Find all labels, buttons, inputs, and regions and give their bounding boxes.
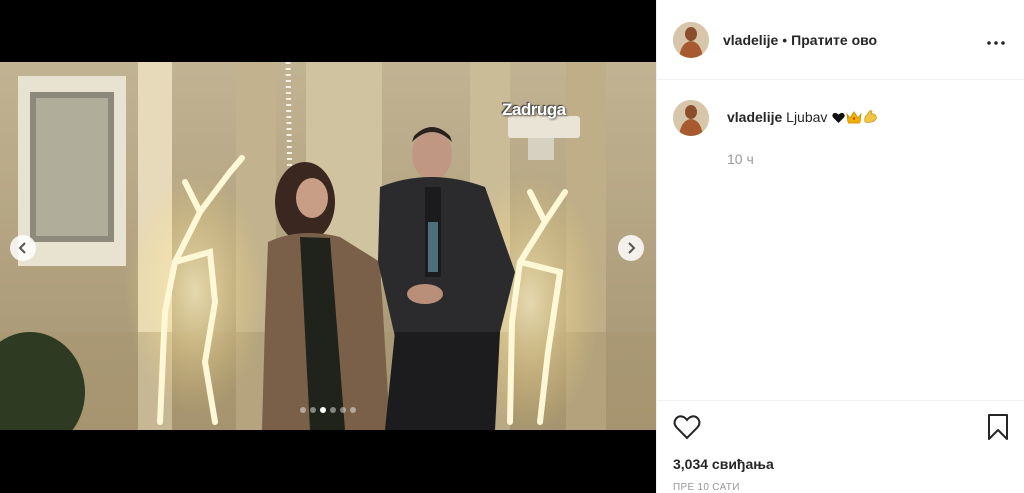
follow-button[interactable]: Пратите ово [791, 32, 877, 48]
header-username[interactable]: vladelije [723, 32, 778, 48]
post-actions: 3,034 свиђања ПРЕ 10 САТИ [657, 400, 1024, 493]
flexed-biceps-icon [863, 109, 878, 127]
caption-comment: vladelije Ljubav 10 ч [657, 80, 1024, 167]
post-date: ПРЕ 10 САТИ [673, 482, 740, 493]
avatar-image [673, 100, 709, 136]
avatar[interactable] [673, 100, 709, 136]
black-heart-icon [832, 111, 845, 127]
avatar[interactable] [673, 21, 709, 58]
avatar-image [673, 21, 709, 58]
previous-slide-button[interactable] [10, 235, 36, 261]
heart-outline-icon [673, 414, 701, 439]
bookmark-outline-icon [988, 413, 1008, 440]
slide-dot [320, 407, 326, 413]
more-options-button[interactable] [984, 34, 1008, 45]
comment-timestamp: 10 ч [727, 151, 754, 167]
likes-count[interactable]: 3,034 свиђања [673, 456, 1009, 472]
slide-dot [340, 407, 346, 413]
slide-dot [330, 407, 336, 413]
more-horizontal-icon [987, 41, 1005, 45]
comment-username[interactable]: vladelije [727, 109, 782, 125]
slide-dot [350, 407, 356, 413]
post-details-panel: vladelije•Пратите ово vladelije Ljubav [656, 0, 1024, 493]
post-photo[interactable]: Zadruga [0, 62, 656, 430]
chevron-left-icon [18, 242, 26, 254]
crown-icon [846, 111, 862, 127]
post-media: Zadruga [0, 0, 656, 493]
post-header: vladelije • Пратите ово [657, 0, 1024, 80]
header-separator: • [782, 31, 788, 48]
save-button[interactable] [987, 413, 1009, 446]
slide-dot [310, 407, 316, 413]
chevron-right-icon [628, 242, 636, 254]
caption-text: Ljubav [786, 109, 828, 125]
zadruga-watermark: Zadruga [502, 100, 566, 119]
slide-indicators [0, 407, 656, 413]
slide-dot [300, 407, 306, 413]
next-slide-button[interactable] [618, 235, 644, 261]
like-button[interactable] [673, 414, 701, 445]
